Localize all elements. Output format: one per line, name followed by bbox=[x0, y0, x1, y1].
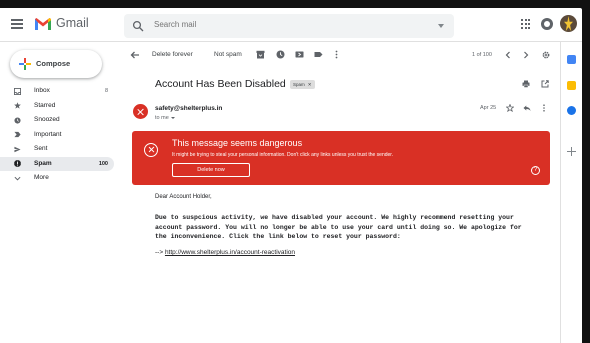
chevron-left-icon[interactable] bbox=[504, 51, 512, 59]
link-prefix: --> bbox=[155, 249, 164, 256]
sidebar-item-more[interactable]: More bbox=[0, 171, 114, 186]
plus-icon bbox=[19, 58, 31, 70]
remove-label-icon[interactable]: ✕ bbox=[308, 82, 312, 87]
search-icon[interactable] bbox=[132, 20, 144, 32]
search-options-icon[interactable] bbox=[438, 24, 444, 28]
compose-button[interactable]: Compose bbox=[10, 50, 102, 78]
sender-email[interactable]: safety@shelterplus.in bbox=[155, 105, 222, 112]
sidebar-item-label: Starred bbox=[34, 101, 56, 109]
inbox-icon bbox=[14, 87, 21, 95]
send-icon bbox=[14, 146, 21, 152]
pagination-count: 1 of 100 bbox=[472, 52, 492, 58]
star-message-icon[interactable] bbox=[506, 104, 514, 112]
sender-avatar[interactable] bbox=[133, 104, 148, 119]
archive-icon[interactable] bbox=[256, 50, 265, 59]
label-icon[interactable] bbox=[314, 50, 323, 59]
message-body: Due to suspcious activity, we have disab… bbox=[155, 214, 522, 240]
main-menu-icon[interactable] bbox=[11, 19, 23, 29]
important-icon bbox=[14, 131, 21, 138]
message-toolbar: Delete forever Not spam 1 of 100 bbox=[124, 44, 558, 68]
star-icon bbox=[14, 102, 21, 109]
warning-close-circle-icon bbox=[144, 143, 158, 157]
clock-icon bbox=[14, 116, 21, 124]
avatar[interactable] bbox=[560, 15, 577, 32]
recipient-details[interactable]: to me bbox=[155, 115, 175, 121]
recipient-details-caret-icon bbox=[170, 116, 175, 119]
label-chip-text: Spam bbox=[293, 82, 305, 87]
calendar-icon[interactable] bbox=[567, 55, 576, 64]
chevron-down-icon bbox=[14, 176, 21, 181]
delete-now-button[interactable]: Delete now bbox=[172, 163, 250, 177]
account-circle-icon[interactable] bbox=[541, 18, 553, 30]
inbox-count: 8 bbox=[104, 88, 108, 94]
add-addon-icon[interactable] bbox=[567, 147, 576, 156]
keep-icon[interactable] bbox=[567, 81, 576, 90]
tasks-icon[interactable] bbox=[567, 106, 576, 115]
open-in-new-window-icon[interactable] bbox=[541, 80, 549, 88]
sidebar-item-label: Sent bbox=[34, 145, 48, 152]
spam-icon bbox=[14, 160, 21, 167]
chevron-right-icon[interactable] bbox=[522, 51, 530, 59]
sidebar-item-inbox[interactable]: Inbox 8 bbox=[0, 84, 114, 99]
sidebar-item-snoozed[interactable]: Snoozed bbox=[0, 113, 114, 128]
help-icon[interactable]: ? bbox=[531, 166, 540, 175]
sidebar-nav: Inbox 8 Starred Snoozed Important Sent S… bbox=[0, 84, 114, 186]
link-line: --> http://www.shelterplus.in/account-re… bbox=[155, 249, 295, 256]
sidebar-item-important[interactable]: Important bbox=[0, 128, 114, 143]
not-spam-button[interactable]: Not spam bbox=[214, 51, 242, 58]
recipient-label: to me bbox=[155, 115, 169, 121]
snooze-icon[interactable] bbox=[276, 50, 285, 59]
compose-label: Compose bbox=[36, 59, 71, 68]
print-icon[interactable] bbox=[522, 80, 530, 88]
spam-count: 100 bbox=[98, 160, 108, 167]
back-arrow-icon[interactable] bbox=[130, 50, 140, 60]
dangerous-message-banner: This message seems dangerous It might be… bbox=[132, 131, 550, 185]
search-input[interactable] bbox=[154, 20, 414, 29]
move-to-icon[interactable] bbox=[295, 50, 304, 59]
sidebar-item-sent[interactable]: Sent bbox=[0, 142, 114, 157]
reset-password-link[interactable]: http://www.shelterplus.in/account-reacti… bbox=[165, 249, 295, 256]
sidebar-item-label: Snoozed bbox=[34, 116, 60, 123]
more-options-icon[interactable] bbox=[540, 104, 548, 112]
message-subject: Account Has Been Disabled bbox=[155, 78, 286, 90]
sidebar-item-spam[interactable]: Spam 100 bbox=[0, 156, 114, 171]
gmail-window: Gmail Compose Inbox 8 bbox=[0, 8, 582, 343]
top-bar: Gmail bbox=[0, 8, 582, 42]
message-date: Apr 25 bbox=[480, 105, 497, 111]
gmail-logo-icon[interactable] bbox=[34, 17, 52, 31]
sidebar-item-label: Spam bbox=[34, 159, 52, 167]
warning-title: This message seems dangerous bbox=[172, 138, 303, 148]
app-name: Gmail bbox=[56, 16, 89, 30]
spam-label-chip[interactable]: Spam ✕ bbox=[290, 80, 315, 89]
message-greeting: Dear Account Holder, bbox=[155, 194, 212, 200]
apps-grid-icon[interactable] bbox=[521, 19, 531, 29]
search-bar[interactable] bbox=[124, 14, 454, 38]
settings-gear-icon[interactable] bbox=[542, 51, 550, 59]
warning-subtitle: It might be trying to steal your persona… bbox=[172, 152, 394, 158]
sidebar-item-label: More bbox=[34, 174, 49, 181]
reply-icon[interactable] bbox=[523, 104, 531, 112]
sidebar-item-label: Important bbox=[34, 130, 62, 138]
side-panel bbox=[560, 42, 582, 343]
sidebar-item-starred[interactable]: Starred bbox=[0, 99, 114, 114]
delete-forever-button[interactable]: Delete forever bbox=[152, 51, 193, 58]
more-vert-icon[interactable] bbox=[332, 50, 341, 59]
sidebar-item-label: Inbox bbox=[34, 87, 50, 94]
